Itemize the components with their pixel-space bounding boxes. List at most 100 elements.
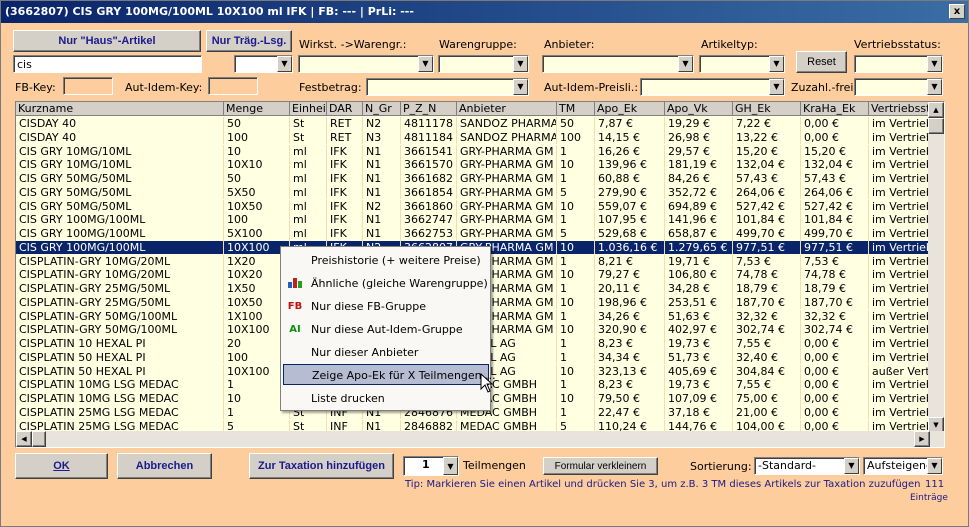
- column-header[interactable]: Apo_Ek: [595, 102, 665, 116]
- menu-item-liste-drucken[interactable]: Liste drucken: [283, 388, 489, 409]
- table-cell: CIS GRY 50MG/50ML: [16, 172, 224, 186]
- table-row[interactable]: CIS GRY 50MG/50ML 10X50 ml IFK N2 3661860 GRY-…: [16, 199, 931, 214]
- table-cell: IFK: [327, 158, 363, 172]
- anbieter-label: Anbieter:: [544, 38, 595, 51]
- column-header[interactable]: N_Gr: [363, 102, 401, 116]
- table-cell: im Vertrieb: [869, 378, 931, 392]
- search-input[interactable]: cis: [13, 55, 202, 73]
- table-cell: 50: [224, 117, 290, 131]
- nur-traeg-lsg-button[interactable]: Nur Träg.-Lsg.: [206, 30, 292, 52]
- traeg-select[interactable]: ▼: [234, 55, 293, 73]
- vertriebsstatus-select[interactable]: ▼: [854, 55, 943, 73]
- horizontal-scrollbar[interactable]: ◀ ▶: [16, 431, 944, 447]
- menu-item-aehnliche[interactable]: Ähnliche (gleiche Warengruppe): [283, 273, 489, 294]
- table-cell: 22,47 €: [595, 405, 665, 420]
- table-row[interactable]: CIS GRY 50MG/50ML 5X50 ml IFK N1 3661854 GRY-P…: [16, 185, 931, 200]
- warengruppe-select[interactable]: ▼: [438, 55, 529, 73]
- table-cell: 187,70 €: [801, 295, 869, 310]
- table-cell: CISPLATIN 10MG LSG MEDAC: [16, 392, 224, 406]
- anbieter-select[interactable]: ▼: [542, 55, 694, 73]
- wirkstoff-select[interactable]: ▼: [298, 55, 434, 73]
- table-cell: im Vertrieb: [869, 392, 931, 406]
- table-cell: 50: [557, 117, 595, 131]
- scroll-up-icon[interactable]: ▲: [928, 102, 944, 118]
- table-cell: 7,55 €: [733, 378, 801, 392]
- menu-item-fb-gruppe[interactable]: FB Nur diese FB-Gruppe: [283, 296, 489, 317]
- scroll-right-icon[interactable]: ▶: [914, 431, 930, 447]
- vertical-scrollbar[interactable]: ▲ ▼: [928, 102, 944, 433]
- column-header[interactable]: Vertriebssta: [869, 102, 931, 116]
- table-cell: 529,68 €: [595, 227, 665, 241]
- column-header[interactable]: GH_Ek: [733, 102, 801, 116]
- scroll-thumb[interactable]: [928, 118, 944, 134]
- warengruppe-label: Warengruppe:: [439, 38, 517, 51]
- nur-haus-artikel-button[interactable]: Nur "Haus"-Artikel: [13, 30, 201, 52]
- table-cell: im Vertrieb: [869, 323, 931, 337]
- table-cell: 4811178: [401, 117, 457, 131]
- teilmengen-select[interactable]: 1 ▼: [403, 456, 459, 476]
- column-header[interactable]: Apo_Vk: [665, 102, 733, 116]
- chevron-down-icon: ▼: [513, 56, 528, 72]
- column-header[interactable]: Menge: [224, 102, 290, 116]
- festbetrag-select[interactable]: ▼: [366, 78, 529, 96]
- artikeltyp-select[interactable]: ▼: [699, 55, 785, 73]
- column-header[interactable]: TM: [557, 102, 595, 116]
- column-header[interactable]: Kurzname: [16, 102, 224, 116]
- formular-verkleinern-button[interactable]: Formular verkleinern: [543, 457, 658, 475]
- table-cell: 20,11 €: [595, 282, 665, 296]
- table-cell: 5X50: [224, 185, 290, 200]
- column-header[interactable]: DAR: [327, 102, 363, 116]
- h-scroll-thumb[interactable]: [32, 431, 46, 447]
- sortierung-select[interactable]: -Standard- ▼: [754, 457, 860, 475]
- ok-button[interactable]: OK: [15, 453, 108, 479]
- table-cell: GRY-PHARMA GM: [457, 227, 557, 241]
- table-cell: im Vertrieb: [869, 158, 931, 172]
- table-cell: 977,51 €: [733, 240, 801, 255]
- column-header[interactable]: Einheit: [290, 102, 327, 116]
- table-cell: im Vertrieb: [869, 268, 931, 282]
- order-select[interactable]: Aufsteigend ▼: [863, 457, 943, 475]
- table-cell: 19,73 €: [665, 378, 733, 392]
- table-row[interactable]: CISDAY 40 50 St RET N2 4811178 SANDOZ PHARMA 50…: [16, 117, 931, 131]
- table-cell: 14,15 €: [595, 130, 665, 145]
- table-cell: im Vertrieb: [869, 295, 931, 310]
- close-icon[interactable]: x: [949, 4, 965, 19]
- similar-icon: [287, 276, 303, 291]
- table-row[interactable]: CIS GRY 100MG/100ML 100 ml IFK N1 3662747 GRY-…: [16, 213, 931, 227]
- chevron-down-icon: ▼: [678, 56, 693, 72]
- table-cell: 132,04 €: [733, 158, 801, 172]
- table-cell: im Vertrieb: [869, 130, 931, 145]
- column-header[interactable]: Anbieter: [457, 102, 557, 116]
- table-cell: 19,29 €: [665, 117, 733, 131]
- table-cell: 79,27 €: [595, 268, 665, 282]
- table-row[interactable]: CIS GRY 10MG/10ML 10 ml IFK N1 3661541 GRY-PHA…: [16, 144, 931, 159]
- menu-item-anbieter[interactable]: Nur dieser Anbieter: [283, 342, 489, 363]
- table-cell: GRY-PHARMA GM: [457, 172, 557, 186]
- aut-idem-preisli-select[interactable]: ▼: [640, 78, 785, 96]
- fb-key-field[interactable]: [63, 77, 113, 95]
- table-cell: ml: [290, 199, 327, 214]
- table-cell: N1: [363, 185, 401, 200]
- reset-button[interactable]: Reset: [796, 51, 847, 73]
- table-cell: CISPLATIN 50 HEXAL PI: [16, 364, 224, 379]
- table-cell: N1: [363, 213, 401, 227]
- aut-idem-key-field[interactable]: [208, 77, 258, 95]
- menu-item-aut-idem-gruppe[interactable]: AI Nur diese Aut-Idem-Gruppe: [283, 319, 489, 340]
- column-header[interactable]: KraHa_Ek: [801, 102, 869, 116]
- table-row[interactable]: CIS GRY 100MG/100ML 5X100 ml IFK N1 3662753 GR…: [16, 227, 931, 241]
- table-cell: 279,90 €: [595, 185, 665, 200]
- table-row[interactable]: CIS GRY 10MG/10ML 10X10 ml IFK N1 3661570 GRY-…: [16, 158, 931, 172]
- column-header[interactable]: P_Z_N: [401, 102, 457, 116]
- table-cell: CISPLATIN-GRY 25MG/50ML: [16, 295, 224, 310]
- table-cell: 51,73 €: [665, 350, 733, 365]
- table-row[interactable]: CISDAY 40 100 St RET N3 4811184 SANDOZ PHARMA 1…: [16, 130, 931, 145]
- menu-item-zeige-apo-ek[interactable]: Zeige Apo-Ek für X Teilmengen....: [283, 364, 496, 385]
- table-row[interactable]: CIS GRY 50MG/50ML 50 ml IFK N1 3661682 GRY-PHA…: [16, 172, 931, 186]
- abbrechen-button[interactable]: Abbrechen: [117, 453, 212, 479]
- scroll-left-icon[interactable]: ◀: [16, 431, 32, 447]
- zur-taxation-button[interactable]: Zur Taxation hinzufügen: [249, 453, 394, 479]
- table-cell: 26,98 €: [665, 130, 733, 145]
- zuzahl-frei-select[interactable]: ▼: [854, 78, 943, 96]
- menu-item-preishistorie[interactable]: Preishistorie (+ weitere Preise): [283, 250, 489, 271]
- aut-idem-key-label: Aut-Idem-Key:: [125, 81, 203, 94]
